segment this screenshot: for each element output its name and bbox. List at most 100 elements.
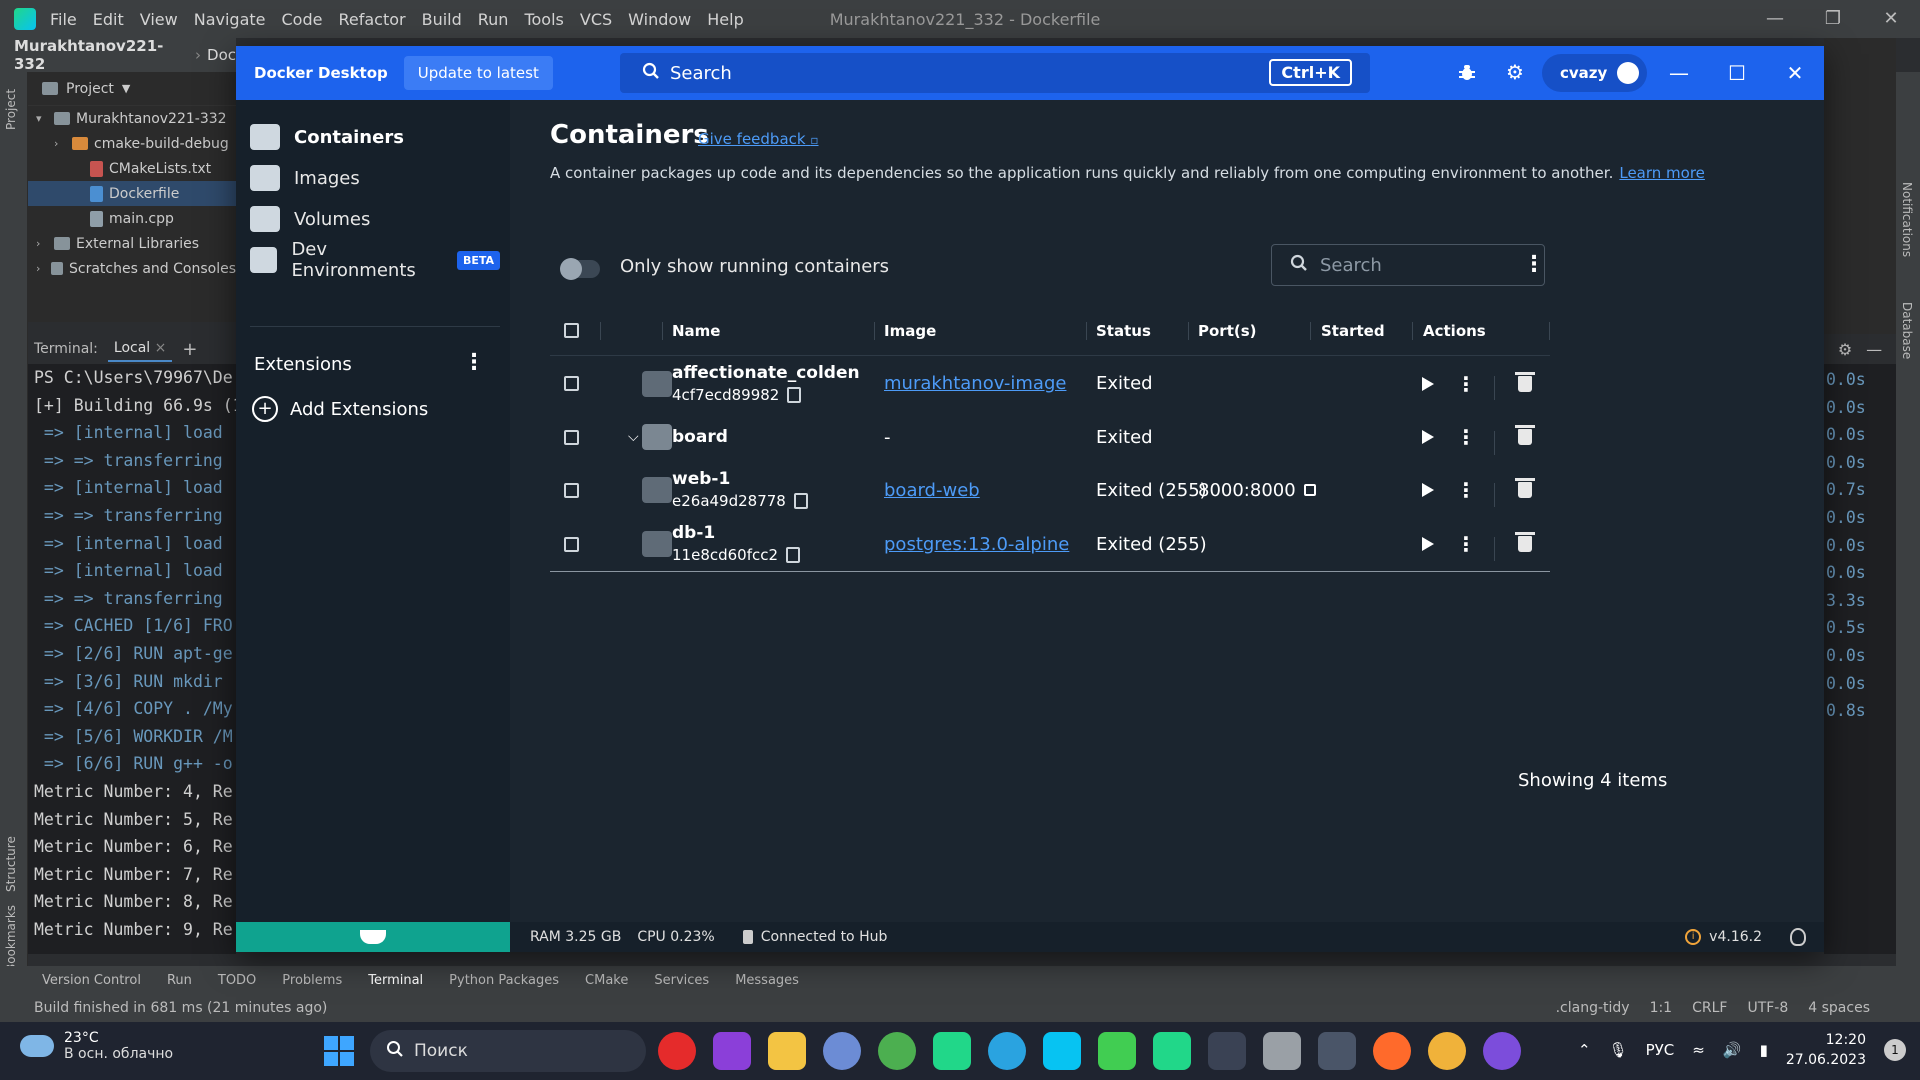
select-all-checkbox[interactable] — [564, 306, 579, 355]
learn-more-link[interactable]: Learn more — [1619, 164, 1705, 182]
database-tool-label[interactable]: Database — [1900, 302, 1914, 359]
taskbar-search[interactable]: Поиск — [370, 1030, 646, 1072]
project-tree-item[interactable]: › Scratches and Consoles — [28, 256, 236, 281]
project-panel-title[interactable]: Project — [66, 81, 114, 97]
ide-menu-item[interactable]: Run — [478, 10, 509, 29]
close-icon[interactable]: ✕ — [1862, 0, 1920, 38]
tool-tab[interactable]: Version Control — [42, 973, 141, 988]
qt-creator-icon[interactable] — [1098, 1032, 1136, 1070]
container-name-cell[interactable]: affectionate_colden 4cf7ecd89982 — [672, 356, 860, 411]
project-tree-item[interactable]: Dockerfile — [28, 181, 236, 206]
delete-button[interactable] — [1515, 411, 1535, 463]
minimize-icon[interactable]: — — [1650, 46, 1708, 100]
gear-icon[interactable]: ⚙ — [1838, 340, 1852, 359]
add-extensions-button[interactable]: + Add Extensions — [252, 396, 428, 422]
restore-icon[interactable]: ❐ — [1804, 0, 1862, 38]
table-row[interactable]: db-1 11e8cd60fcc2 postgres:13.0-alpine Exit… — [550, 517, 1550, 571]
container-name-cell[interactable]: web-1 e26a49d28778 — [672, 463, 808, 517]
chevron-down-icon[interactable]: ▼ — [122, 82, 130, 95]
docker-taskbar-icon[interactable] — [1208, 1032, 1246, 1070]
project-tree-item[interactable]: main.cpp — [28, 206, 236, 231]
ide-menu-item[interactable]: Tools — [524, 10, 563, 29]
status-item[interactable]: UTF-8 — [1747, 1000, 1788, 1016]
chevron-up-icon[interactable]: ⌃ — [1578, 1041, 1591, 1059]
telegram-icon[interactable] — [988, 1032, 1026, 1070]
breadcrumb-file[interactable]: Doc — [207, 46, 236, 64]
delete-button[interactable] — [1515, 463, 1535, 517]
container-ports[interactable]: 8000:8000 — [1198, 463, 1316, 517]
battery-icon[interactable]: ▮ — [1760, 1041, 1768, 1059]
status-item[interactable]: CRLF — [1692, 1000, 1727, 1016]
tool-tab[interactable]: Python Packages — [449, 973, 559, 988]
tool-tab[interactable]: Messages — [735, 973, 799, 988]
minimize-icon[interactable]: — — [1746, 0, 1804, 38]
column-name[interactable]: Name — [672, 306, 720, 355]
start-button[interactable] — [1422, 356, 1434, 411]
music-app-icon[interactable] — [1428, 1032, 1466, 1070]
docker-whale-icon[interactable] — [236, 922, 510, 952]
unity-icon[interactable] — [1318, 1032, 1356, 1070]
table-row[interactable]: affectionate_colden 4cf7ecd89982 murakhtan… — [550, 356, 1550, 411]
copy-icon[interactable] — [787, 386, 802, 403]
project-tree-item[interactable]: › cmake-build-debug — [28, 131, 236, 156]
sidebar-item-dev-environments[interactable]: Dev Environments BETA — [250, 239, 500, 281]
lightbulb-icon[interactable] — [1790, 928, 1806, 946]
file-explorer-icon[interactable] — [768, 1032, 806, 1070]
status-item[interactable]: 1:1 — [1650, 1000, 1673, 1016]
row-checkbox[interactable] — [564, 411, 579, 463]
container-search-input[interactable]: Search — [1271, 244, 1545, 286]
ide-menu-item[interactable]: VCS — [580, 10, 612, 29]
pycharm-icon[interactable] — [1153, 1032, 1191, 1070]
add-icon[interactable]: + — [182, 339, 197, 360]
project-tool-label[interactable]: Project — [4, 89, 18, 130]
sidebar-item-containers[interactable]: Containers — [250, 116, 500, 158]
row-checkbox[interactable] — [564, 463, 579, 517]
bookmarks-tool-label[interactable]: Bookmarks — [4, 905, 18, 972]
tool-tab[interactable]: CMake — [585, 973, 628, 988]
notification-badge[interactable]: 1 — [1884, 1039, 1906, 1061]
ide-menu-item[interactable]: Build — [422, 10, 462, 29]
yandex-browser-icon[interactable] — [658, 1032, 696, 1070]
status-item[interactable]: 4 spaces — [1808, 1000, 1870, 1016]
project-tree-item[interactable]: CMakeLists.txt — [28, 156, 236, 181]
kebab-menu-icon[interactable]: ⋮ — [1456, 356, 1476, 411]
tool-tab[interactable]: Terminal — [368, 973, 423, 988]
status-item[interactable]: .clang-tidy — [1556, 1000, 1630, 1016]
language-indicator[interactable]: РУС — [1646, 1041, 1675, 1059]
gear-icon[interactable]: ⚙ — [1502, 59, 1528, 85]
container-name-cell[interactable]: board — [672, 411, 728, 463]
maximize-icon[interactable]: ☐ — [1708, 46, 1766, 100]
bug-icon[interactable] — [1454, 59, 1480, 85]
column-started[interactable]: Started — [1321, 306, 1385, 355]
start-button[interactable] — [1422, 411, 1434, 463]
vpn-icon[interactable] — [1483, 1032, 1521, 1070]
structure-tool-label[interactable]: Structure — [4, 836, 18, 892]
ide-menu-item[interactable]: File — [50, 10, 77, 29]
ide-menu-item[interactable]: Edit — [93, 10, 124, 29]
running-only-toggle[interactable] — [560, 258, 600, 280]
table-row[interactable]: ⌵ board - Exited ⋮ — [550, 411, 1550, 463]
kebab-menu-icon[interactable]: ⋮ — [1456, 463, 1476, 517]
weather-widget[interactable]: 23°C В осн. облачно — [20, 1030, 173, 1062]
postman-icon[interactable] — [1373, 1032, 1411, 1070]
chevron-down-icon[interactable]: ⌵ — [628, 411, 639, 463]
update-button[interactable]: Update to latest — [403, 56, 553, 90]
container-name-cell[interactable]: db-1 11e8cd60fcc2 — [672, 517, 801, 571]
tool-tab[interactable]: Services — [654, 973, 709, 988]
version-indicator[interactable]: i v4.16.2 — [1685, 929, 1762, 945]
sidebar-item-images[interactable]: Images — [250, 157, 500, 199]
copy-icon[interactable] — [786, 547, 801, 563]
project-tree-item[interactable]: ▾ Murakhtanov221-332 — [28, 106, 236, 131]
notifications-tool-label[interactable]: Notifications — [1900, 182, 1914, 257]
kebab-menu-icon[interactable]: ⋮ — [1522, 252, 1546, 277]
wifi-icon[interactable]: ≈ — [1692, 1041, 1705, 1059]
copy-icon[interactable] — [793, 493, 808, 509]
column-status[interactable]: Status — [1096, 306, 1151, 355]
clion-icon[interactable] — [933, 1032, 971, 1070]
tool-tab[interactable]: Run — [167, 973, 192, 988]
start-button[interactable] — [1422, 517, 1434, 571]
terminal-tab-local[interactable]: Local × — [107, 336, 173, 362]
close-icon[interactable]: ✕ — [1766, 46, 1824, 100]
webstorm-icon[interactable] — [1043, 1032, 1081, 1070]
project-tree-item[interactable]: › External Libraries — [28, 231, 236, 256]
